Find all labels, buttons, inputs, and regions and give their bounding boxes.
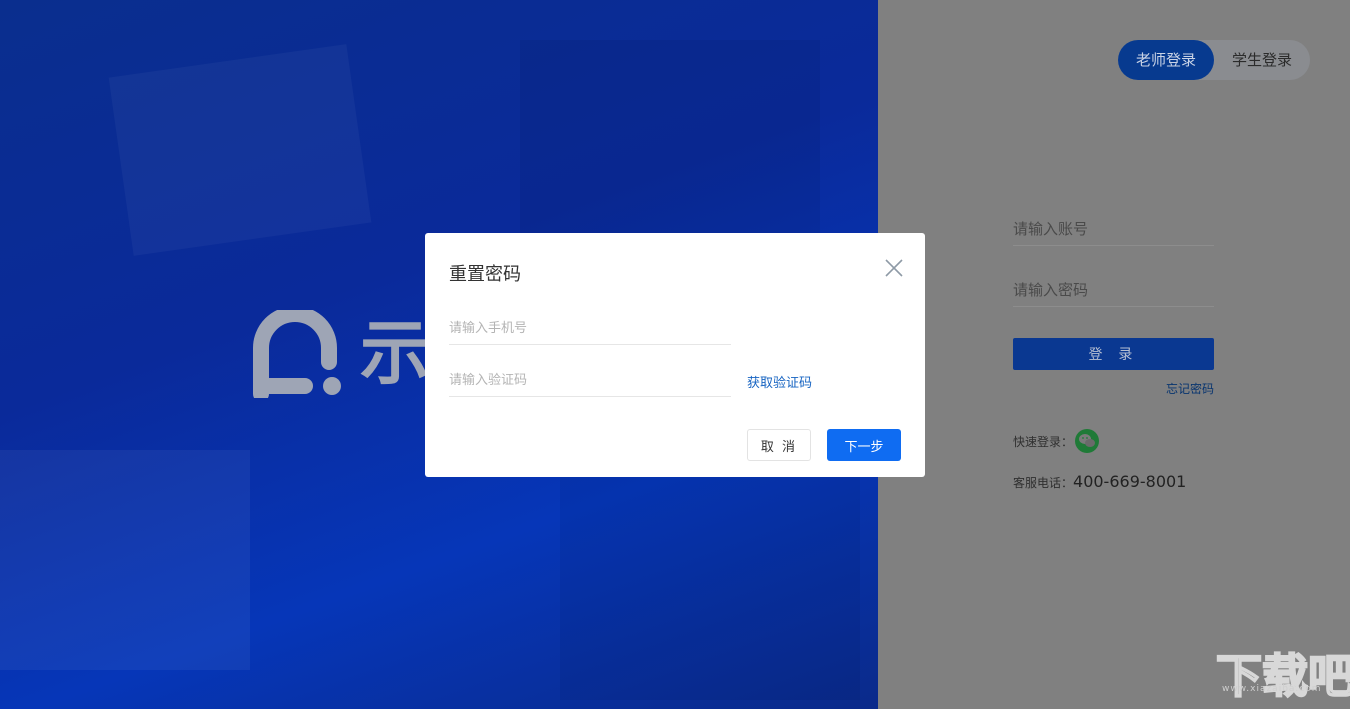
reset-password-modal: 重置密码 获取验证码 取 消 下一步 [425,233,925,477]
phone-input[interactable] [449,313,731,345]
get-code-link[interactable]: 获取验证码 [747,372,812,391]
watermark-url: www.xiazaiba.com [1222,684,1322,694]
modal-title: 重置密码 [449,264,521,285]
verification-code-input[interactable] [449,365,731,397]
cancel-button[interactable]: 取 消 [747,429,811,461]
close-icon[interactable] [883,257,905,279]
watermark: 下载吧 www.xiazaiba.com [1214,648,1350,706]
watermark-text: 下载吧 [1216,649,1350,703]
next-step-button[interactable]: 下一步 [827,429,901,461]
watermark-logo: 下载吧 [1215,648,1350,704]
